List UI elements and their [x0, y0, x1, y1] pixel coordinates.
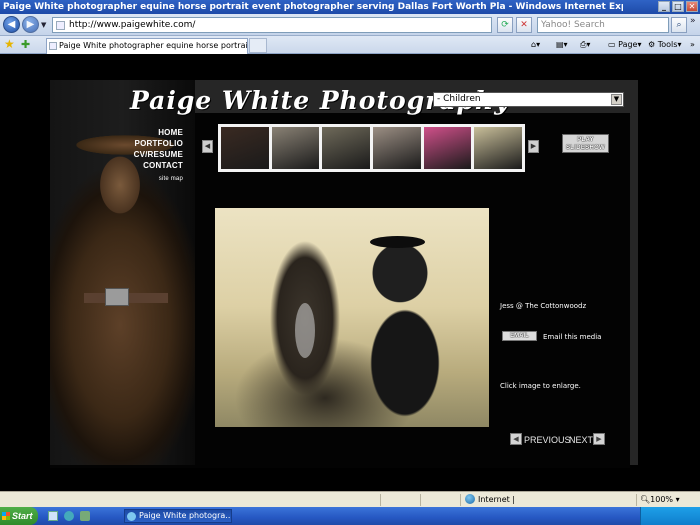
- address-text: http://www.paigewhite.com/: [69, 20, 196, 30]
- menu-contact[interactable]: CONTACT: [120, 160, 183, 171]
- browser-tab[interactable]: Paige White photographer equine horse po…: [46, 38, 248, 54]
- start-button[interactable]: Start: [0, 507, 38, 525]
- taskbar: Start Paige White photogra...: [0, 507, 700, 525]
- menu-home[interactable]: HOME: [120, 127, 183, 138]
- window-title: Paige White photographer equine horse po…: [3, 2, 623, 12]
- ie-window-icon: [127, 512, 136, 521]
- menu-portfolio[interactable]: PORTFOLIO: [120, 138, 183, 149]
- status-divider: [380, 494, 381, 506]
- page-viewport[interactable]: Paige White Photography - Children ▼ HOM…: [0, 55, 700, 491]
- command-overflow-chevron-icon[interactable]: »: [690, 39, 695, 51]
- next-link[interactable]: NEXT: [569, 435, 593, 445]
- add-favorite-icon[interactable]: ✚: [21, 38, 30, 51]
- next-arrow-icon[interactable]: ▶: [593, 433, 605, 445]
- email-button[interactable]: EMAIL: [502, 331, 537, 341]
- forward-button[interactable]: ▶: [22, 16, 39, 33]
- status-divider: [420, 494, 421, 506]
- gallery-select-value: - Children: [437, 94, 481, 104]
- tab-favicon-icon: [49, 42, 57, 50]
- address-toolbar: ◀ ▶ ▼ http://www.paigewhite.com/ ⟳ ✕ Yah…: [0, 14, 700, 36]
- globe-icon: [465, 494, 475, 504]
- zoom-value: 100%: [650, 495, 674, 504]
- gallery-select[interactable]: - Children ▼: [433, 92, 624, 107]
- windows-logo-icon: [2, 512, 10, 520]
- minimize-button[interactable]: _: [658, 1, 670, 12]
- recent-pages-chevron-icon[interactable]: ▼: [41, 21, 46, 29]
- start-label: Start: [12, 511, 33, 521]
- chevron-down-icon[interactable]: ▼: [611, 94, 622, 105]
- media-quicklaunch-icon[interactable]: [80, 511, 90, 521]
- enlarge-hint: Click image to enlarge.: [500, 382, 581, 390]
- system-tray: [640, 507, 700, 525]
- thumb-dark-portrait[interactable]: [221, 127, 269, 169]
- thumbnail-strip: [218, 124, 525, 172]
- ie-quicklaunch-icon[interactable]: [64, 511, 74, 521]
- tab-toolbar: ★ ✚ Paige White photographer equine hors…: [0, 36, 700, 54]
- security-zone-label: Internet |: [478, 495, 516, 504]
- page-favicon-icon: [56, 21, 65, 30]
- tools-menu-label: Tools: [657, 40, 678, 49]
- horse-blaze: [295, 303, 315, 358]
- previous-link[interactable]: PREVIOUS: [524, 435, 571, 445]
- refresh-button[interactable]: ⟳: [497, 17, 513, 33]
- favorites-star-icon[interactable]: ★: [4, 38, 15, 51]
- address-input[interactable]: http://www.paigewhite.com/: [52, 17, 492, 33]
- taskbar-window-label: Paige White photogra...: [139, 511, 232, 520]
- thumb-girl-on-horse[interactable]: [474, 127, 523, 169]
- belt-buckle: [105, 288, 129, 306]
- back-button[interactable]: ◀: [3, 16, 20, 33]
- site-container: Paige White Photography - Children ▼ HOM…: [50, 80, 638, 468]
- feeds-icon[interactable]: ▤▾: [556, 39, 568, 51]
- taskbar-window-item[interactable]: Paige White photogra...: [124, 509, 232, 523]
- new-tab-button[interactable]: [249, 38, 267, 53]
- menu-cv-resume[interactable]: CV/RESUME: [120, 149, 183, 160]
- status-divider: [460, 494, 461, 506]
- tools-menu[interactable]: ⚙ Tools▾: [648, 39, 681, 51]
- search-icon[interactable]: ⌕: [671, 17, 687, 33]
- page-menu-label: Page: [618, 40, 638, 49]
- thumb-girl-white-dress[interactable]: [271, 127, 320, 169]
- site-map-link[interactable]: site map: [120, 174, 183, 185]
- window-titlebar: Paige White photographer equine horse po…: [0, 0, 700, 14]
- main-photo[interactable]: [215, 208, 489, 427]
- thumbs-next-arrow-icon[interactable]: ▶: [528, 140, 539, 153]
- close-button[interactable]: ✕: [686, 1, 698, 12]
- status-divider: [636, 494, 637, 506]
- security-zone[interactable]: Internet |: [465, 494, 515, 506]
- site-menu: HOME PORTFOLIO CV/RESUME CONTACT site ma…: [120, 127, 183, 185]
- toolbar-overflow-chevron-icon[interactable]: »: [690, 16, 696, 26]
- print-icon[interactable]: ⎙▾: [580, 39, 590, 51]
- previous-arrow-icon[interactable]: ◀: [510, 433, 522, 445]
- play-slideshow-button[interactable]: PLAY SLIDESHOW: [562, 134, 609, 153]
- email-media-label[interactable]: Email this media: [543, 333, 601, 341]
- photo-caption: Jess @ The Cottonwoodz: [500, 302, 587, 310]
- home-icon[interactable]: ⌂▾: [531, 39, 540, 51]
- thumb-girl-pink-field[interactable]: [373, 127, 421, 169]
- thumb-two-girls-pink[interactable]: [423, 127, 472, 169]
- tab-title: Paige White photographer equine horse po…: [59, 41, 248, 50]
- search-input[interactable]: Yahoo! Search: [537, 17, 669, 33]
- hat-brim: [370, 236, 425, 248]
- page-menu[interactable]: ▭ Page▾: [608, 39, 642, 51]
- show-desktop-icon[interactable]: [48, 511, 58, 521]
- thumb-girl-in-trees[interactable]: [322, 127, 371, 169]
- zoom-level[interactable]: 🔍︎100% ▾: [640, 494, 680, 506]
- status-bar: Internet | 🔍︎100% ▾: [0, 491, 700, 507]
- magnifier-icon: 🔍︎: [640, 495, 651, 504]
- maximize-button[interactable]: □: [672, 1, 684, 12]
- thumbs-prev-arrow-icon[interactable]: ◀: [202, 140, 213, 153]
- stop-button[interactable]: ✕: [516, 17, 532, 33]
